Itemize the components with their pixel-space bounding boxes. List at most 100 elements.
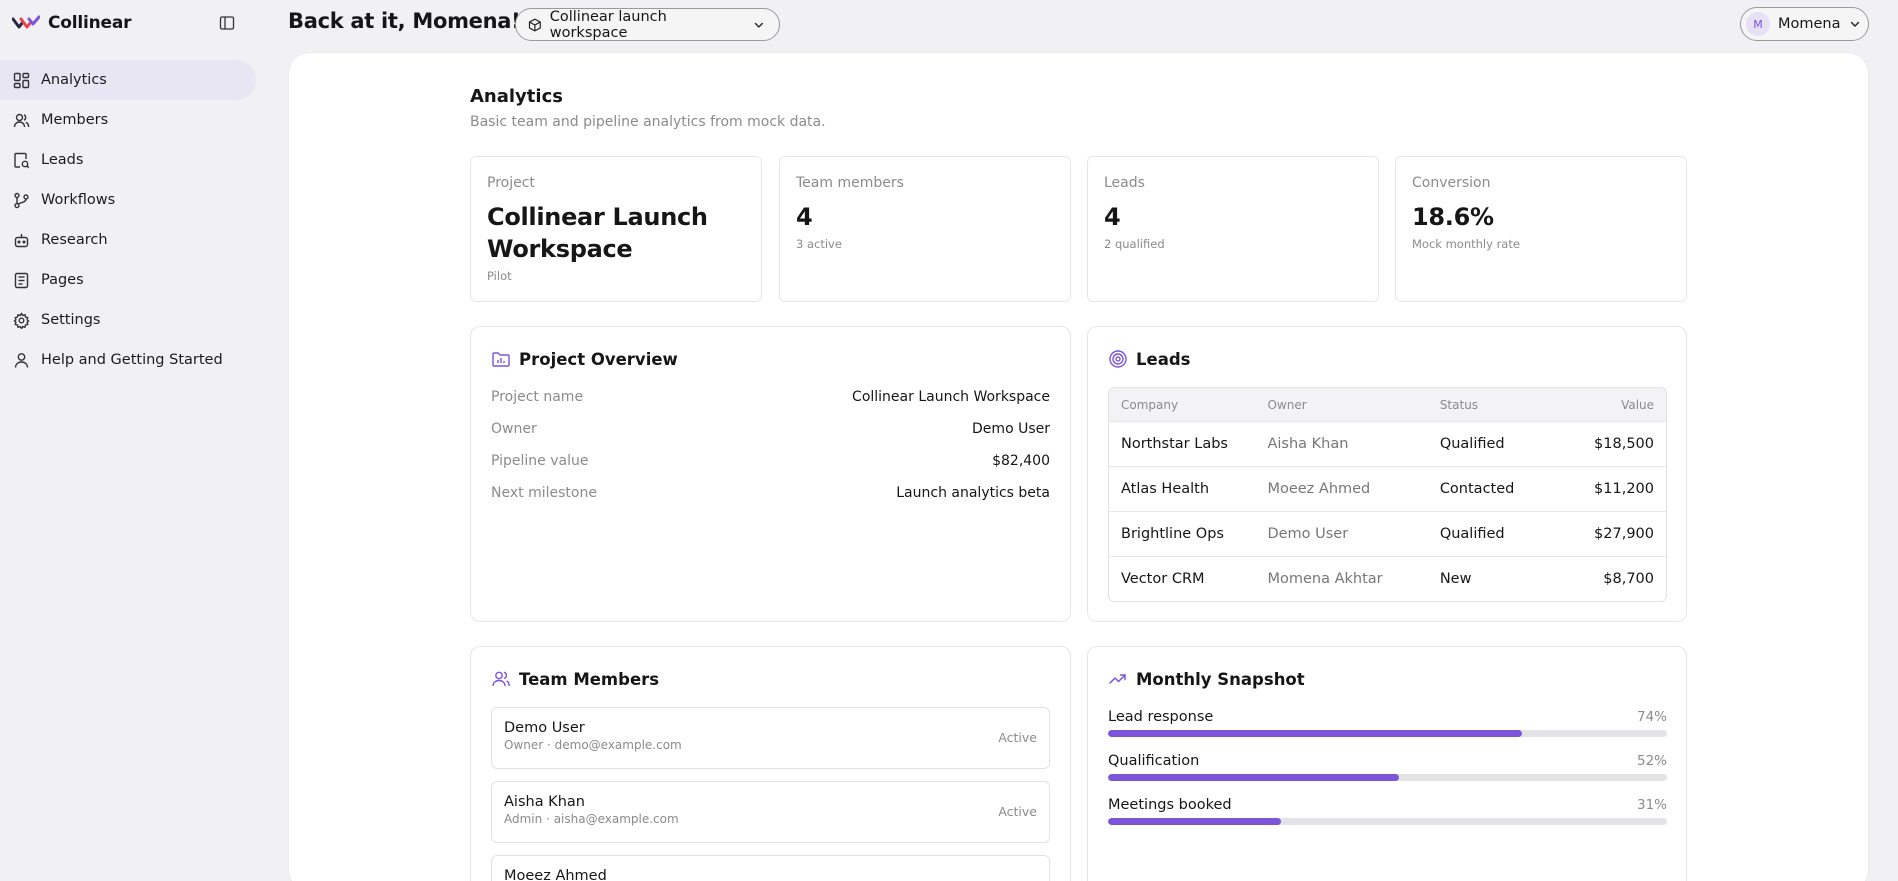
overview-value: $82,400	[992, 453, 1050, 469]
users-icon	[492, 671, 510, 687]
card-title-text: Leads	[1136, 349, 1191, 369]
chevron-down-icon	[754, 22, 764, 28]
sidebar-nav: Analytics Members Leads Workflows Resear…	[0, 60, 256, 380]
list-item[interactable]: Aisha Khan Admin · aisha@example.com Act…	[491, 781, 1050, 843]
lead-status: Qualified	[1439, 526, 1505, 542]
progress-fill	[1108, 730, 1522, 737]
progress-track	[1108, 730, 1667, 737]
sidebar-item-members[interactable]: Members	[0, 100, 256, 140]
member-name: Demo User	[504, 720, 585, 736]
snapshot-metric: Qualification 52%	[1108, 753, 1667, 781]
metric-percent: 74%	[1636, 709, 1667, 725]
stat-card-conversion: Conversion 18.6% Mock monthly rate	[1395, 156, 1687, 302]
card-title: Monthly Snapshot	[1108, 669, 1305, 689]
sidebar-item-help[interactable]: Help and Getting Started	[0, 340, 256, 380]
table-row[interactable]: Northstar Labs Aisha Khan Qualified $18,…	[1109, 421, 1666, 466]
column-header[interactable]: Value	[1569, 398, 1666, 412]
gear-icon	[13, 311, 30, 329]
snapshot-metric: Meetings booked 31%	[1108, 797, 1667, 825]
overview-row: Pipeline value $82,400	[491, 453, 1050, 469]
branch-icon	[14, 192, 29, 208]
list-item[interactable]: Demo User Owner · demo@example.com Activ…	[491, 707, 1050, 769]
sidebar-item-label: Workflows	[41, 192, 116, 208]
stat-sub: Mock monthly rate	[1412, 237, 1520, 251]
lead-company: Atlas Health	[1121, 481, 1210, 497]
sidebar-item-analytics[interactable]: Analytics	[0, 60, 256, 100]
search-list-icon	[14, 152, 30, 168]
stat-label: Conversion	[1412, 175, 1491, 191]
chevron-down-icon	[1850, 21, 1859, 27]
table-row[interactable]: Atlas Health Moeez Ahmed Contacted $11,2…	[1109, 466, 1666, 511]
lead-value: $11,200	[1594, 481, 1655, 497]
stat-label: Leads	[1104, 175, 1145, 191]
user-name: Momena	[1778, 16, 1841, 32]
card-title: Team Members	[491, 669, 659, 689]
lead-owner: Momena Akhtar	[1267, 571, 1383, 587]
member-name: Aisha Khan	[504, 794, 585, 810]
lead-owner: Aisha Khan	[1267, 436, 1349, 452]
workspace-switcher[interactable]: Collinear launch workspace	[515, 8, 780, 41]
member-name: Moeez Ahmed	[504, 868, 607, 881]
sidebar-toggle-icon[interactable]	[219, 15, 235, 31]
progress-fill	[1108, 774, 1399, 781]
page-title: Analytics	[470, 86, 563, 107]
lead-value: $8,700	[1603, 571, 1655, 587]
sidebar-item-label: Pages	[41, 272, 84, 288]
sidebar-item-label: Settings	[41, 312, 101, 328]
page-greeting: Back at it, Momena!	[288, 9, 521, 33]
lead-value: $27,900	[1594, 526, 1655, 542]
sidebar-item-label: Research	[41, 232, 108, 248]
brand[interactable]: Collinear	[12, 10, 132, 36]
stat-sub: 2 qualified	[1104, 237, 1165, 251]
folder-chart-icon	[492, 352, 510, 367]
lead-owner: Moeez Ahmed	[1267, 481, 1371, 497]
sidebar-item-settings[interactable]: Settings	[0, 300, 256, 340]
table-header: Company Owner Status Value	[1109, 388, 1666, 421]
team-members-card: Team Members Demo User Owner · demo@exam…	[470, 646, 1071, 881]
stat-card-leads: Leads 4 2 qualified	[1087, 156, 1379, 302]
sidebar: Collinear Analytics Members Leads Workfl…	[0, 0, 262, 881]
card-title-text: Project Overview	[519, 349, 678, 369]
card-title-text: Team Members	[519, 669, 660, 689]
overview-key: Next milestone	[491, 485, 597, 501]
sidebar-item-label: Help and Getting Started	[41, 352, 223, 368]
progress-track	[1108, 818, 1667, 825]
user-menu[interactable]: M Momena	[1740, 7, 1869, 41]
card-title-text: Monthly Snapshot	[1136, 669, 1305, 689]
metric-percent: 31%	[1636, 797, 1667, 813]
list-item[interactable]: Moeez Ahmed	[491, 855, 1050, 881]
table-row[interactable]: Brightline Ops Demo User Qualified $27,9…	[1109, 511, 1666, 556]
lead-owner: Demo User	[1267, 526, 1349, 542]
table-row[interactable]: Vector CRM Momena Akhtar New $8,700	[1109, 556, 1666, 601]
leads-table: Company Owner Status Value Northstar Lab…	[1108, 387, 1667, 602]
target-icon	[1109, 350, 1127, 368]
dashboard-icon	[13, 72, 30, 88]
overview-row: Owner Demo User	[491, 421, 1050, 437]
snapshot-metric: Lead response 74%	[1108, 709, 1667, 737]
metric-label: Qualification	[1108, 753, 1200, 769]
users-icon	[13, 113, 30, 127]
stat-value: 18.6%	[1412, 203, 1494, 231]
lead-company: Vector CRM	[1121, 571, 1205, 587]
column-header[interactable]: Owner	[1267, 398, 1439, 412]
sidebar-item-leads[interactable]: Leads	[0, 140, 256, 180]
lead-company: Brightline Ops	[1121, 526, 1224, 542]
sidebar-item-label: Analytics	[41, 72, 107, 88]
member-status: Active	[998, 730, 1037, 745]
overview-key: Pipeline value	[491, 453, 589, 469]
column-header[interactable]: Status	[1440, 398, 1570, 412]
sidebar-item-workflows[interactable]: Workflows	[0, 180, 256, 220]
lead-status: New	[1439, 571, 1472, 587]
robot-icon	[14, 233, 29, 247]
sidebar-item-research[interactable]: Research	[0, 220, 256, 260]
stat-value: 4	[1104, 203, 1121, 231]
metric-label: Lead response	[1108, 709, 1214, 725]
overview-value: Collinear Launch Workspace	[852, 389, 1050, 405]
column-header[interactable]: Company	[1109, 398, 1267, 412]
sidebar-item-pages[interactable]: Pages	[0, 260, 256, 300]
overview-row: Project name Collinear Launch Workspace	[491, 389, 1050, 405]
metric-label: Meetings booked	[1108, 797, 1232, 813]
progress-fill	[1108, 818, 1282, 825]
stat-value: 4	[796, 203, 813, 231]
avatar: M	[1746, 12, 1770, 36]
